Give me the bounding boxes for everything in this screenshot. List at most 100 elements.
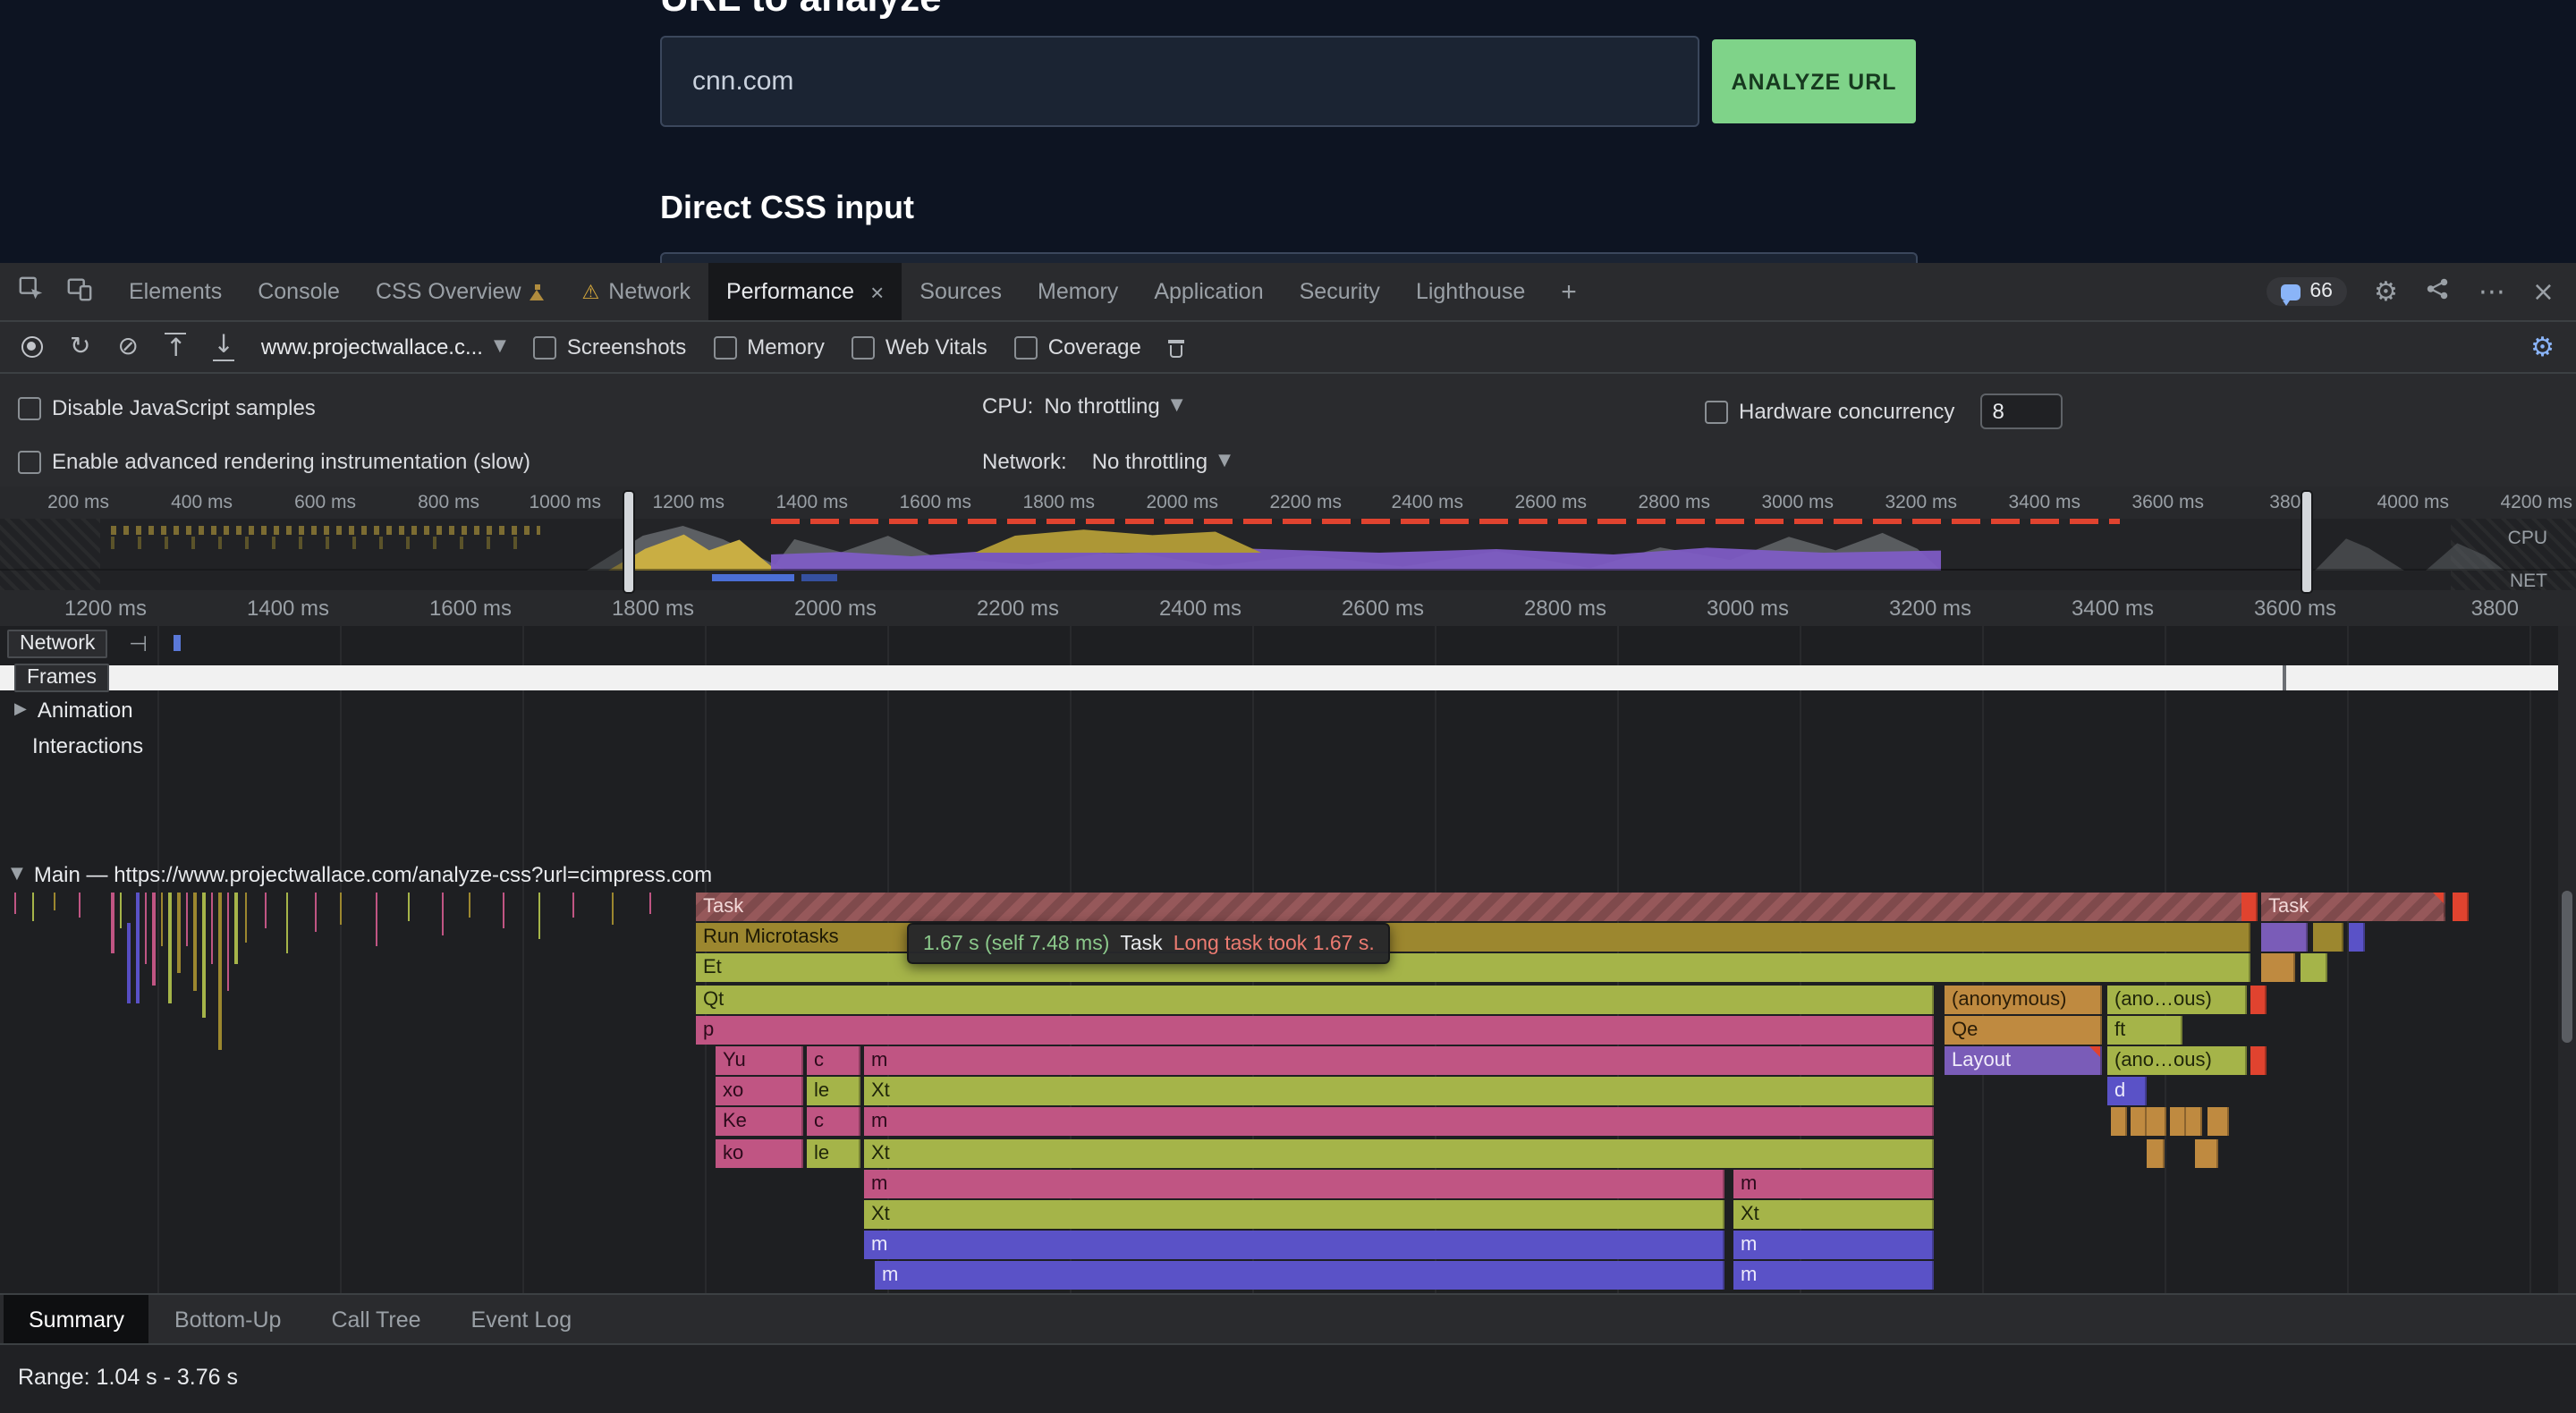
network-throttling-select[interactable]: Network: No throttling ▼	[982, 449, 1231, 474]
flame-bar[interactable]	[2207, 1108, 2229, 1137]
close-tab-icon[interactable]: ×	[870, 278, 884, 305]
flame-bar[interactable]	[2186, 1108, 2202, 1137]
flame-bar[interactable]: Ke	[716, 1108, 803, 1137]
flame-bar[interactable]: m	[875, 1262, 1724, 1290]
bottom-tab-call-tree[interactable]: Call Tree	[306, 1295, 445, 1343]
bottom-tab-summary[interactable]: Summary	[4, 1295, 149, 1343]
tab-security[interactable]: Security	[1282, 263, 1398, 320]
device-toolbar-icon[interactable]	[66, 275, 93, 308]
trash-icon[interactable]	[1168, 336, 1184, 358]
flame-bar[interactable]	[2241, 893, 2258, 921]
cpu-throttling-select[interactable]: CPU: No throttling ▼	[982, 393, 1183, 419]
more-options-icon[interactable]: ⋯	[2479, 275, 2505, 308]
flame-bar[interactable]	[2111, 1108, 2127, 1137]
tab-application[interactable]: Application	[1136, 263, 1281, 320]
tab-performance[interactable]: Performance×	[708, 263, 902, 320]
url-input[interactable]	[660, 36, 1699, 127]
checkbox-icon[interactable]	[852, 335, 875, 359]
bottom-tab-bottom-up[interactable]: Bottom-Up	[149, 1295, 307, 1343]
flame-chart[interactable]: 1.67 s (self 7.48 ms) Task Long task too…	[0, 893, 2576, 1293]
scrollbar-thumb[interactable]	[2562, 891, 2572, 1043]
flame-bar[interactable]: m	[864, 1170, 1724, 1198]
tab-elements[interactable]: Elements	[111, 263, 240, 320]
reload-record-icon[interactable]: ↻	[70, 334, 90, 360]
flame-bar[interactable]: Xt	[864, 1200, 1724, 1229]
analyze-url-button[interactable]: ANALYZE URL	[1712, 39, 1916, 123]
flame-bar[interactable]: Layout	[1945, 1046, 2102, 1075]
flame-bar[interactable]: (ano…ous)	[2107, 1046, 2247, 1075]
flame-bar[interactable]	[2313, 923, 2343, 952]
chevron-down-icon[interactable]: ▼	[11, 866, 23, 884]
clear-icon[interactable]: ⊘	[117, 334, 138, 360]
flame-bar[interactable]	[2261, 954, 2295, 983]
selection-handle-right[interactable]	[2301, 490, 2313, 594]
css-textarea[interactable]	[660, 252, 1918, 263]
close-devtools-icon[interactable]: ×	[2532, 275, 2555, 308]
tab-console[interactable]: Console	[240, 263, 358, 320]
track-frames-label[interactable]: Frames	[14, 664, 109, 692]
track-main-header[interactable]: ▼ Main — https://www.projectwallace.com/…	[11, 862, 712, 887]
track-animation[interactable]: ▶ Animation	[14, 698, 133, 723]
flame-bar[interactable]: d	[2107, 1077, 2147, 1105]
checkbox-icon[interactable]	[18, 450, 41, 473]
capture-settings-gear-icon[interactable]: ⚙	[2530, 331, 2555, 363]
checkbox-icon[interactable]	[533, 335, 556, 359]
flame-bar[interactable]: Task	[696, 893, 2250, 921]
flame-bar[interactable]: Task	[2261, 893, 2445, 921]
tab-sources[interactable]: Sources	[902, 263, 1020, 320]
flame-bar[interactable]	[2250, 985, 2267, 1013]
load-profile-icon[interactable]: ↑	[165, 333, 186, 361]
console-messages-badge[interactable]: 66	[2267, 277, 2347, 306]
track-network-label[interactable]: Network	[7, 630, 107, 658]
checkbox-icon[interactable]	[18, 396, 41, 419]
flame-bar[interactable]	[2349, 923, 2365, 952]
inspect-element-icon[interactable]	[18, 275, 45, 308]
selection-handle-left[interactable]	[623, 490, 635, 594]
flame-bar[interactable]: m	[864, 1231, 1724, 1259]
network-request-item[interactable]	[174, 635, 181, 651]
settings-gear-icon[interactable]: ⚙	[2374, 275, 2398, 308]
flame-bar[interactable]: Xt	[864, 1077, 1934, 1105]
tab-memory[interactable]: Memory	[1020, 263, 1136, 320]
flame-bar[interactable]: c	[807, 1046, 860, 1075]
hardware-concurrency-input[interactable]	[1979, 393, 2062, 429]
checkbox-screenshots[interactable]: Screenshots	[533, 334, 686, 360]
tab-lighthouse[interactable]: Lighthouse	[1398, 263, 1543, 320]
track-resize-icon[interactable]: ⊣	[129, 631, 148, 656]
vertical-scrollbar[interactable]	[2558, 626, 2576, 1293]
flame-bar[interactable]	[2261, 923, 2308, 952]
flame-bar[interactable]: Qt	[696, 985, 1934, 1013]
checkbox-web-vitals[interactable]: Web Vitals	[852, 334, 987, 360]
more-tabs-button[interactable]: +	[1543, 263, 1595, 320]
flame-bar[interactable]: xo	[716, 1077, 803, 1105]
flame-bar[interactable]: ko	[716, 1138, 803, 1167]
advanced-rendering-checkbox[interactable]: Enable advanced rendering instrumentatio…	[18, 449, 530, 474]
flame-bar[interactable]	[2250, 1046, 2267, 1075]
tab-css-overview[interactable]: CSS Overview	[358, 263, 564, 320]
tab-network[interactable]: ⚠Network	[564, 263, 708, 320]
flame-bar[interactable]: ft	[2107, 1016, 2182, 1045]
track-interactions[interactable]: Interactions	[32, 733, 143, 758]
page-select[interactable]: www.projectwallace.c... ▼	[261, 334, 506, 360]
flame-bar[interactable]: m	[864, 1108, 1934, 1137]
flame-bar[interactable]: le	[807, 1138, 860, 1167]
flame-bar[interactable]: m	[1733, 1170, 1934, 1198]
flame-bar[interactable]: le	[807, 1077, 860, 1105]
flame-bar[interactable]	[2453, 893, 2469, 921]
checkbox-coverage[interactable]: Coverage	[1014, 334, 1141, 360]
flame-bar[interactable]: c	[807, 1108, 860, 1137]
flame-bar[interactable]	[2195, 1138, 2218, 1167]
record-icon[interactable]	[21, 336, 43, 358]
flame-bar[interactable]: m	[1733, 1231, 1934, 1259]
flame-bar[interactable]	[2131, 1108, 2147, 1137]
flame-bar[interactable]: m	[864, 1046, 1934, 1075]
flame-bar[interactable]: Xt	[1733, 1200, 1934, 1229]
frames-strip[interactable]	[0, 665, 2576, 690]
remote-devices-icon[interactable]	[2425, 275, 2452, 308]
flame-bar[interactable]: m	[1733, 1262, 1934, 1290]
flame-bar[interactable]	[2301, 954, 2327, 983]
flame-bar[interactable]: (ano…ous)	[2107, 985, 2247, 1013]
flame-bar[interactable]: (anonymous)	[1945, 985, 2102, 1013]
flame-bar[interactable]	[2147, 1108, 2166, 1137]
chevron-right-icon[interactable]: ▶	[14, 701, 27, 719]
